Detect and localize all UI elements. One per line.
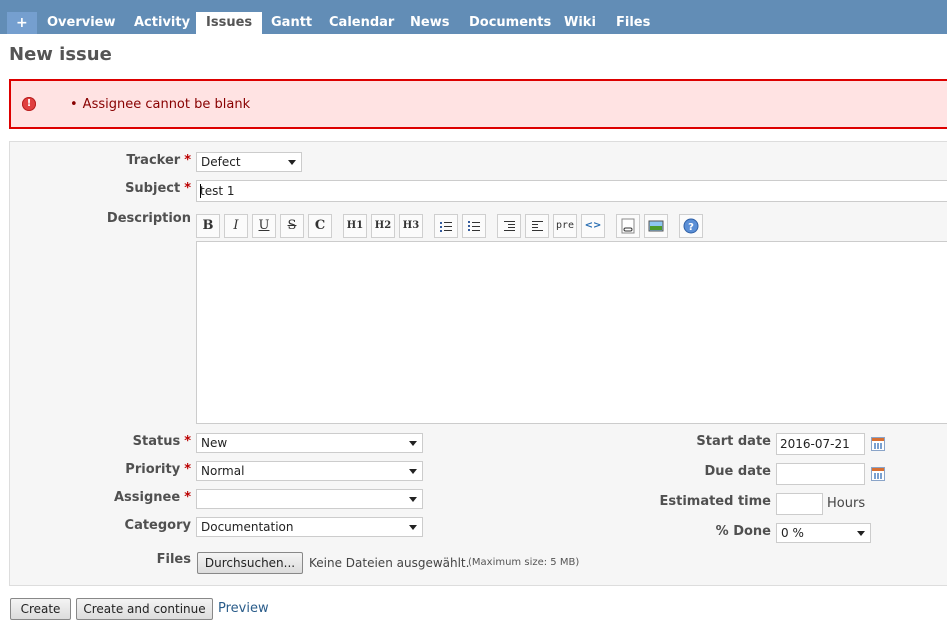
max-size-hint: (Maximum size: 5 MB): [468, 557, 580, 568]
chevron-down-icon: [409, 469, 417, 474]
description-textarea[interactable]: [196, 241, 947, 424]
estimated-time-input[interactable]: [776, 493, 823, 515]
ordered-list-button[interactable]: [462, 214, 486, 238]
quote-button[interactable]: [497, 214, 521, 238]
start-date-label: Start date: [696, 434, 771, 449]
tab-activity[interactable]: Activity: [124, 12, 200, 34]
tab-news[interactable]: News: [400, 12, 459, 34]
link-button[interactable]: [616, 214, 640, 238]
priority-label: Priority *: [125, 462, 191, 477]
category-label: Category: [124, 518, 191, 533]
done-ratio-select[interactable]: 0 %: [776, 523, 871, 543]
bold-button[interactable]: B: [196, 214, 220, 238]
estimated-time-label: Estimated time: [659, 494, 771, 509]
italic-button[interactable]: I: [224, 214, 248, 238]
create-button[interactable]: Create: [10, 598, 71, 620]
image-button[interactable]: [644, 214, 668, 238]
page-title: New issue: [9, 44, 112, 65]
heading2-button[interactable]: H2: [371, 214, 395, 238]
chevron-down-icon: [857, 531, 865, 536]
chevron-down-icon: [288, 160, 296, 165]
status-label: Status *: [132, 434, 191, 449]
subject-input[interactable]: test 1: [196, 180, 947, 202]
underline-button[interactable]: U: [252, 214, 276, 238]
assignee-label: Assignee *: [114, 490, 191, 505]
tracker-label: Tracker *: [126, 153, 191, 168]
error-message: Assignee cannot be blank: [70, 97, 250, 112]
svg-text:?: ?: [688, 222, 694, 233]
tab-documents[interactable]: Documents: [459, 12, 561, 34]
browse-files-button[interactable]: Durchsuchen...: [197, 552, 303, 574]
tab-gantt[interactable]: Gantt: [261, 12, 322, 34]
create-and-continue-button[interactable]: Create and continue: [76, 598, 213, 620]
calendar-icon[interactable]: [871, 437, 885, 451]
done-ratio-label: % Done: [715, 524, 771, 539]
subject-label: Subject *: [125, 181, 191, 196]
heading1-button[interactable]: H1: [343, 214, 367, 238]
description-label: Description: [106, 211, 191, 226]
due-date-input[interactable]: [776, 463, 865, 485]
strikethrough-button[interactable]: S: [280, 214, 304, 238]
image-icon: [648, 220, 664, 232]
link-icon: [621, 218, 635, 234]
preview-link[interactable]: Preview: [218, 601, 269, 616]
priority-select[interactable]: Normal: [196, 461, 423, 481]
tab-calendar[interactable]: Calendar: [319, 12, 404, 34]
chevron-down-icon: [409, 497, 417, 502]
tab-wiki[interactable]: Wiki: [554, 12, 606, 34]
hours-unit-label: Hours: [827, 496, 866, 511]
start-date-input[interactable]: 2016-07-21: [776, 433, 865, 455]
tab-overview[interactable]: Overview: [37, 12, 126, 34]
help-button[interactable]: ?: [679, 214, 703, 238]
tab-files[interactable]: Files: [606, 12, 660, 34]
due-date-label: Due date: [704, 464, 772, 479]
heading3-button[interactable]: H3: [399, 214, 423, 238]
no-file-selected-text: Keine Dateien ausgewählt.: [309, 556, 470, 570]
exclamation-icon: !: [22, 97, 36, 111]
error-box: ! Assignee cannot be blank: [9, 79, 947, 129]
calendar-icon[interactable]: [871, 467, 885, 481]
unquote-button[interactable]: [525, 214, 549, 238]
assignee-select[interactable]: [196, 489, 423, 509]
code-highlight-button[interactable]: <>: [581, 214, 605, 238]
code-button[interactable]: C: [308, 214, 332, 238]
unordered-list-button[interactable]: [434, 214, 458, 238]
files-label: Files: [156, 552, 191, 567]
preformatted-button[interactable]: pre: [553, 214, 577, 238]
tab-issues[interactable]: Issues: [196, 12, 263, 34]
new-object-tab[interactable]: +: [7, 12, 37, 34]
status-select[interactable]: New: [196, 433, 423, 453]
chevron-down-icon: [409, 441, 417, 446]
help-icon: ?: [683, 218, 699, 234]
category-select[interactable]: Documentation: [196, 517, 423, 537]
chevron-down-icon: [409, 525, 417, 530]
main-menu: + Overview Activity Issues Gantt Calenda…: [0, 0, 947, 34]
tracker-select[interactable]: Defect: [196, 152, 302, 172]
